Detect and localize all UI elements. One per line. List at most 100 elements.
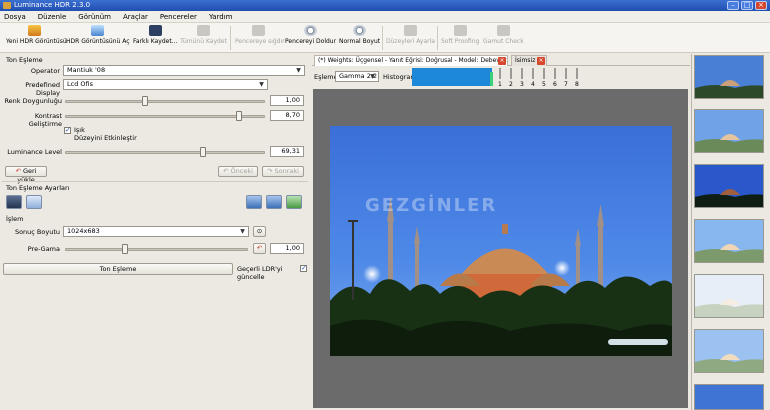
thumbnail-preview[interactable]	[694, 384, 764, 410]
close-tab-icon[interactable]: ×	[537, 57, 545, 65]
tab-untitled[interactable]: İsimsiz ×	[511, 55, 547, 66]
tab-hdr-weights[interactable]: (*) Weights: Üçgensel - Yanıt Eğrisi: Do…	[314, 55, 508, 66]
operator-label: Operator	[30, 67, 60, 75]
add-settings-icon[interactable]	[286, 195, 302, 209]
luminance-slider[interactable]	[65, 151, 265, 154]
soft-proofing-button[interactable]: Soft Proofing	[441, 25, 479, 51]
pregamma-slider[interactable]	[65, 248, 248, 251]
open-hdr-button[interactable]: HDR Görüntüsünü Aç	[66, 25, 130, 51]
open-hdr-icon	[90, 25, 104, 36]
load-settings-icon[interactable]	[26, 195, 42, 209]
contrast-slider[interactable]	[65, 115, 265, 118]
save-all-button[interactable]: Tümünü Kaydet	[180, 25, 227, 51]
tab-bar: (*) Weights: Üçgensel - Yanıt Eğrisi: Do…	[312, 54, 690, 66]
display-select[interactable]: Lcd Ofis ▼	[63, 79, 268, 90]
normal-size-icon	[352, 25, 366, 36]
pregamma-label: Pre-Gama	[27, 245, 60, 253]
thumbnail-preview[interactable]	[694, 329, 764, 373]
divider	[2, 181, 308, 182]
histogram-widget[interactable]: 1 2 3 4 5 6 7 8	[412, 68, 588, 87]
normal-size-button[interactable]: Normal Boyut	[339, 25, 380, 51]
close-tab-icon[interactable]: ×	[498, 57, 506, 65]
save-settings-icon[interactable]	[6, 195, 22, 209]
toolbar-separator	[230, 26, 231, 50]
menu-tools[interactable]: Araçlar	[123, 13, 148, 21]
histogram-tick-label: 8	[575, 81, 579, 87]
menu-help[interactable]: Yardım	[209, 13, 233, 21]
toolbar-separator	[382, 26, 383, 50]
window-title: Luminance HDR 2.3.0	[14, 1, 91, 9]
import-settings-icon[interactable]	[266, 195, 282, 209]
process-section-title: İşlem	[6, 215, 24, 223]
contrast-handle[interactable]	[236, 111, 242, 121]
tonemap-section-title: Ton Eşleme	[6, 56, 43, 64]
save-as-icon	[148, 25, 162, 36]
color-saturation-field[interactable]: 1,00	[270, 95, 304, 106]
image-viewer: (*) Weights: Üçgensel - Yanıt Eğrisi: Do…	[312, 54, 690, 410]
histogram-peak	[490, 72, 493, 86]
operator-select[interactable]: Mantiuk '08 ▼	[63, 65, 305, 76]
result-size-info-button[interactable]: ⊙	[253, 226, 266, 237]
light-level-checkbox[interactable]	[64, 126, 71, 134]
save-as-button[interactable]: Farklı Kaydet...	[133, 25, 177, 51]
image-canvas[interactable]: GEZGİNLER	[313, 89, 688, 408]
histogram-fill	[412, 68, 492, 86]
pregamma-reset-button[interactable]: ↶	[253, 243, 266, 254]
maximize-icon[interactable]: □	[741, 1, 753, 10]
color-saturation-label: Renk Doygunluğu	[4, 97, 62, 105]
tonemap-button[interactable]: Ton Eşleme	[3, 263, 233, 275]
fill-window-button[interactable]: Pencereyi Doldur	[285, 25, 336, 51]
histogram-tick-label: 2	[509, 81, 513, 87]
zoom-fit-icon	[251, 25, 265, 36]
zoom-fit-button[interactable]: Pencereye sığdır	[235, 25, 285, 51]
light-level-label-1: Işık	[74, 126, 85, 134]
histogram-tick-label: 6	[553, 81, 557, 87]
watermark-text: GEZGİNLER	[365, 194, 497, 216]
app-icon	[3, 2, 11, 9]
save-all-icon	[197, 25, 210, 36]
thumbnail-preview[interactable]	[694, 55, 764, 99]
color-saturation-handle[interactable]	[142, 96, 148, 106]
tonemap-panel: Ton Eşleme Operator Mantiuk '08 ▼ Predef…	[0, 54, 310, 410]
luminance-field[interactable]: 69,31	[270, 146, 304, 157]
histogram-tick-label: 1	[498, 81, 502, 87]
update-ldr-checkbox[interactable]	[300, 264, 307, 272]
thumbnail-preview[interactable]	[694, 274, 764, 318]
main-toolbar: Yeni HDR Görüntüsü HDR Görüntüsünü Aç Fa…	[0, 23, 770, 53]
menu-file[interactable]: Dosya	[4, 13, 26, 21]
chevron-down-icon: ▼	[259, 81, 264, 88]
menu-view[interactable]: Görünüm	[78, 13, 111, 21]
new-hdr-button[interactable]: Yeni HDR Görüntüsü	[6, 25, 67, 51]
previous-button[interactable]: ↶ Önceki	[218, 166, 258, 177]
result-size-label: Sonuç Boyutu	[14, 228, 60, 236]
color-saturation-slider[interactable]	[65, 100, 265, 103]
luminance-handle[interactable]	[200, 147, 206, 157]
pregamma-handle[interactable]	[122, 244, 129, 254]
menu-edit[interactable]: Düzenle	[38, 13, 67, 21]
menu-bar: Dosya Düzenle Görünüm Araçlar Pencereler…	[0, 11, 770, 23]
soft-proofing-icon	[453, 25, 467, 36]
title-bar: Luminance HDR 2.3.0 – □ ×	[0, 0, 770, 11]
next-button[interactable]: ↷ Sonraki	[262, 166, 304, 177]
histogram-tick-label: 5	[542, 81, 546, 87]
new-hdr-icon	[27, 25, 41, 36]
minimize-icon[interactable]: –	[727, 1, 739, 10]
adjust-levels-button[interactable]: Düzeyleri Ayarla	[386, 25, 435, 51]
thumbnail-preview[interactable]	[694, 109, 764, 153]
tonemap-settings-title: Ton Eşleme Ayarları	[6, 184, 70, 192]
thumbnail-preview[interactable]	[694, 219, 764, 263]
close-icon[interactable]: ×	[755, 1, 767, 10]
thumbnail-preview[interactable]	[694, 164, 764, 208]
reset-button[interactable]: ↶ Geri yükle	[5, 166, 47, 184]
pregamma-field[interactable]: 1,00	[270, 243, 304, 254]
levels-icon	[403, 25, 417, 36]
menu-windows[interactable]: Pencereler	[160, 13, 197, 21]
gamut-check-button[interactable]: Gamut Check	[483, 25, 524, 51]
display-label: Predefined Display	[25, 81, 60, 97]
contrast-label: Kontrast Geliştirme	[28, 112, 62, 128]
contrast-field[interactable]: 8,70	[270, 110, 304, 121]
export-settings-icon[interactable]	[246, 195, 262, 209]
exposure-select[interactable]: Gamma 2.2 ▼	[335, 71, 379, 82]
window-controls: – □ ×	[727, 1, 767, 10]
result-size-select[interactable]: 1024x683 ▼	[63, 226, 249, 237]
